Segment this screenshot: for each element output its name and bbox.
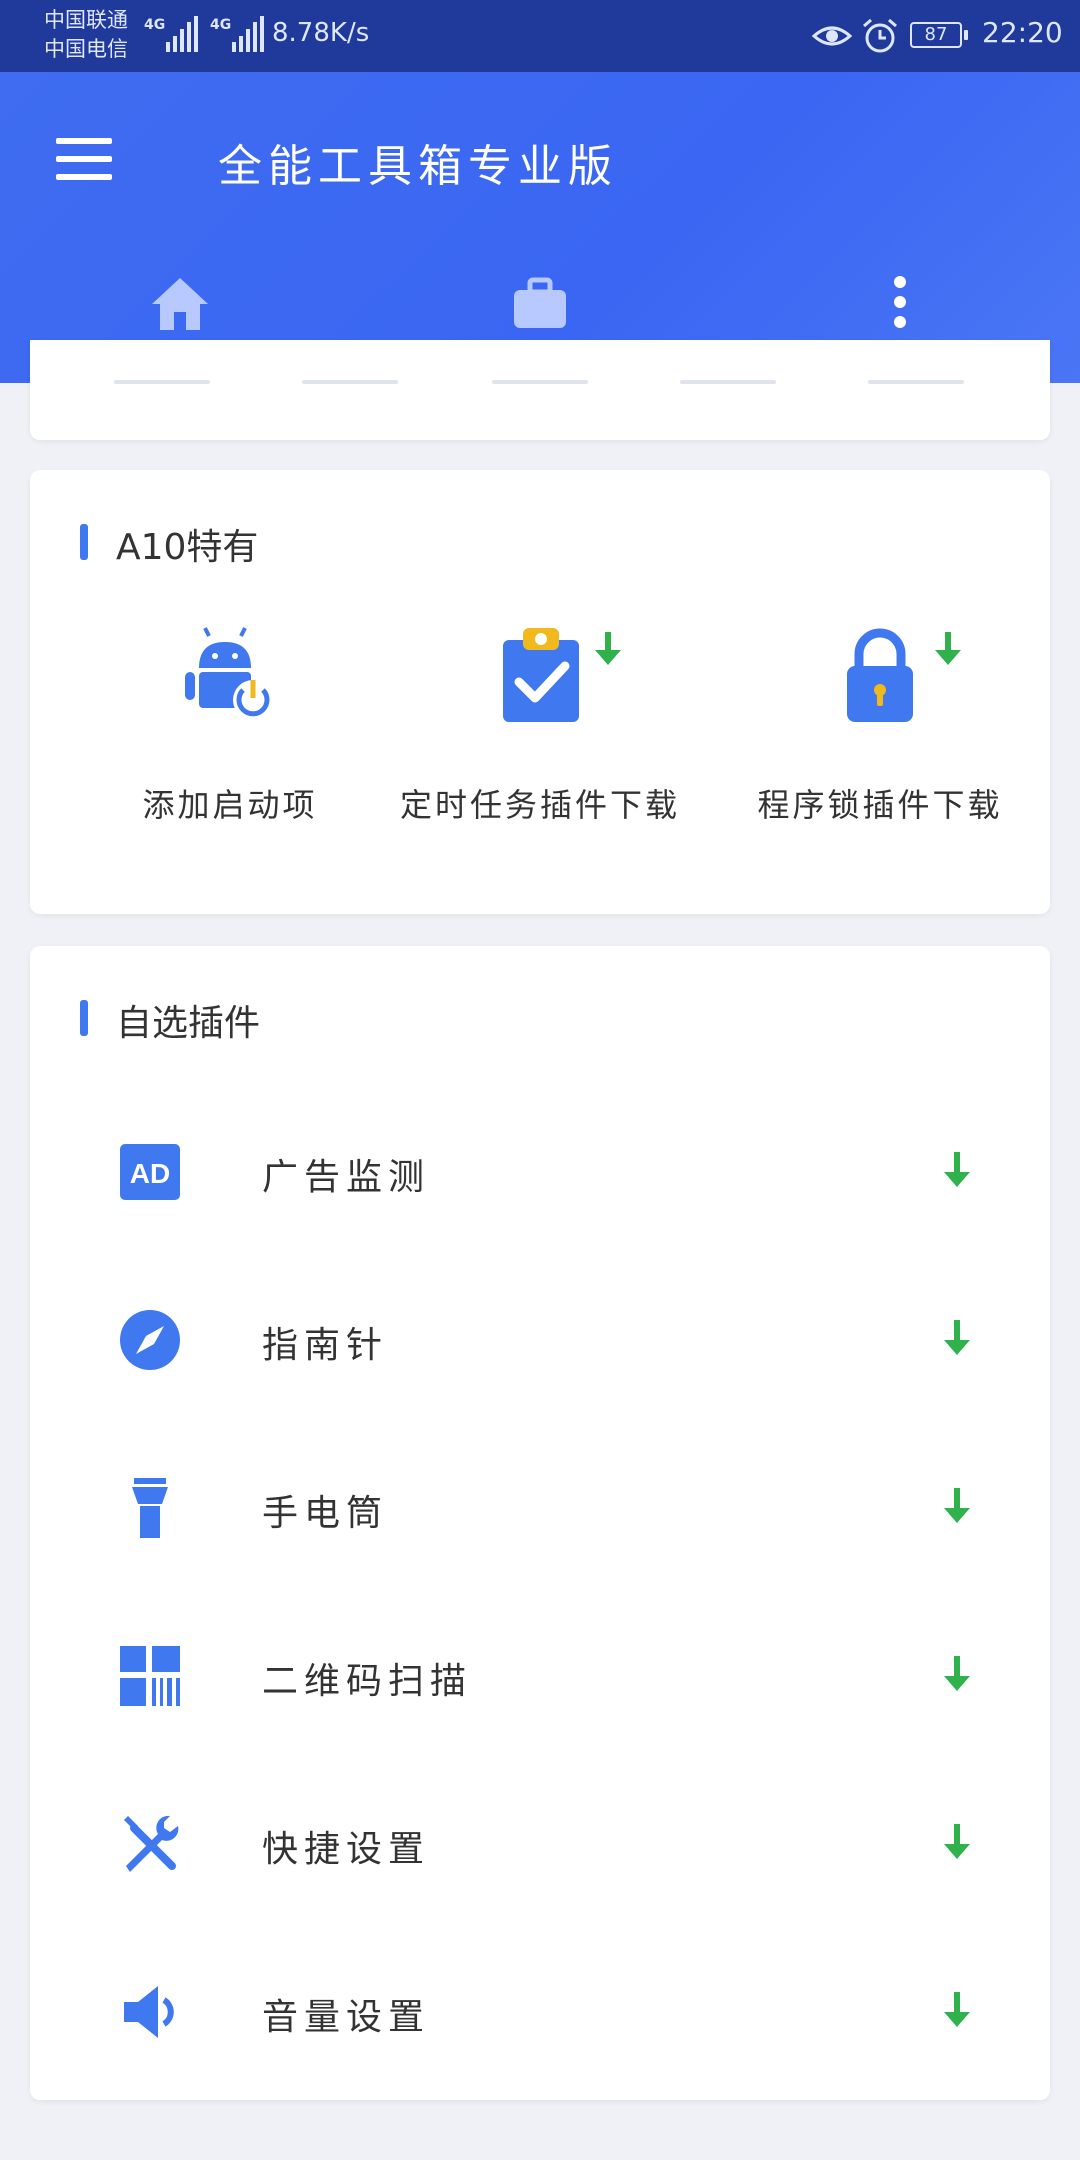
download-arrow-icon[interactable] <box>942 1320 972 1356</box>
plugin-row-flashlight[interactable]: 手电筒 <box>30 1426 1050 1594</box>
tool-label: 定时任务插件下载 <box>399 786 680 824</box>
flashlight-icon <box>132 1478 168 1538</box>
svg-text:AD: AD <box>130 1158 170 1189</box>
tool-label: 添加启动项 <box>142 786 318 824</box>
carrier-1: 中国联通 <box>44 8 128 32</box>
section-marker <box>80 1000 88 1036</box>
download-arrow-icon[interactable] <box>942 1656 972 1692</box>
tool-scheduled-task[interactable]: 定时任务插件下载 <box>370 620 710 880</box>
carrier-info: 中国联通 中国电信 <box>44 6 128 64</box>
a10-section: A10特有 添加启动项 定时任务插件下载 程序锁插件下载 <box>30 470 1050 914</box>
clipboard-check-icon <box>503 628 579 722</box>
download-arrow-icon[interactable] <box>933 632 963 666</box>
download-arrow-icon[interactable] <box>942 1152 972 1188</box>
net-speed: 8.78K/s <box>272 18 370 48</box>
lock-icon <box>847 628 913 722</box>
status-bar: 中国联通 中国电信 4G 4G 8.78K/s 87 22:20 <box>0 0 1080 72</box>
plugin-label: 二维码扫描 <box>262 1661 473 1702</box>
tools-card-partial <box>30 340 1050 440</box>
plugins-section: 自选插件 AD 广告监测 指南针 手电筒 二维码扫描 快捷设置 音量设置 <box>30 946 1050 2100</box>
download-arrow-icon[interactable] <box>942 1488 972 1524</box>
app-title: 全能工具箱专业版 <box>218 141 618 192</box>
home-icon <box>152 278 208 330</box>
menu-icon[interactable] <box>56 138 112 180</box>
android-power-icon <box>185 627 273 720</box>
tool-add-startup[interactable]: 添加启动项 <box>60 620 400 880</box>
tools-icon <box>124 1815 179 1872</box>
download-arrow-icon[interactable] <box>942 1824 972 1860</box>
clock: 22:20 <box>982 16 1063 49</box>
compass-icon <box>120 1310 180 1370</box>
volume-icon <box>124 1986 174 2038</box>
tool-label: 程序锁插件下载 <box>757 786 1003 824</box>
plugin-row-volume[interactable]: 音量设置 <box>30 1930 1050 2098</box>
qr-scan-icon <box>120 1646 180 1706</box>
plugin-row-compass[interactable]: 指南针 <box>30 1258 1050 1426</box>
plugin-label: 手电筒 <box>262 1493 389 1534</box>
plugin-row-qr-scan[interactable]: 二维码扫描 <box>30 1594 1050 1762</box>
briefcase-icon <box>514 277 566 328</box>
app-header: 全能工具箱专业版 <box>0 72 1080 383</box>
plugin-label: 快捷设置 <box>262 1829 431 1870</box>
tool-app-lock[interactable]: 程序锁插件下载 <box>710 620 1050 880</box>
plugin-row-ad-monitor[interactable]: AD 广告监测 <box>30 1090 1050 1258</box>
alarm-icon <box>863 18 897 53</box>
carrier-2: 中国电信 <box>44 37 128 61</box>
plugin-row-quick-settings[interactable]: 快捷设置 <box>30 1762 1050 1930</box>
section-marker <box>80 524 88 560</box>
plugin-label: 音量设置 <box>262 1997 431 2038</box>
download-arrow-icon[interactable] <box>593 632 623 666</box>
plugin-label: 广告监测 <box>262 1157 431 1198</box>
battery-indicator: 87 <box>910 22 968 48</box>
plugin-label: 指南针 <box>262 1325 389 1366</box>
eye-comfort-icon <box>812 26 852 46</box>
download-arrow-icon[interactable] <box>942 1992 972 2028</box>
more-vert-icon <box>894 276 906 328</box>
ad-icon: AD <box>120 1144 180 1200</box>
